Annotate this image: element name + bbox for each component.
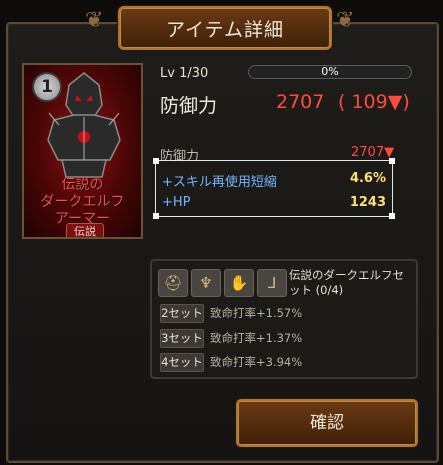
set-bonus-tag: 2セット: [160, 304, 204, 323]
boots-icon[interactable]: ⅃: [257, 269, 287, 297]
helmet-icon[interactable]: ⛑: [158, 269, 188, 297]
set-bonus-tag: 4セット: [160, 353, 204, 372]
set-name: 伝説のダークエルフセット (0/4): [289, 268, 404, 297]
dialog-title-banner: アイテム詳細: [118, 6, 332, 50]
main-stat-diff: ( 109▼): [338, 91, 410, 113]
shoulder-icon[interactable]: ♆: [191, 269, 221, 297]
option-value: 1243: [349, 195, 386, 210]
main-stat-value: 2707: [276, 91, 325, 113]
set-bonus-text: 致命打率+1.57%: [210, 306, 303, 320]
selection-corner: [389, 158, 395, 164]
rarity-badge: 伝説: [66, 223, 104, 237]
title-ornament-left: ❦: [85, 8, 104, 33]
title-ornament-right: ❦: [336, 8, 355, 33]
selection-corner: [389, 213, 395, 219]
option-value: 4.6%: [349, 171, 386, 186]
exp-percent: 0%: [321, 65, 339, 78]
sub-stat-value: 2707▼: [351, 145, 395, 160]
option-row: +HP 1243: [162, 195, 386, 210]
set-bonus-text: 致命打率+1.37%: [210, 331, 303, 345]
set-bonus-tag: 3セット: [160, 329, 204, 348]
gloves-icon[interactable]: ✋: [224, 269, 254, 297]
dialog-title: アイテム詳細: [165, 18, 285, 41]
exp-bar: 0%: [248, 65, 412, 79]
option-label: +スキル再使用短縮: [162, 175, 277, 190]
selection-corner: [153, 213, 159, 219]
item-level: Lv 1/30: [160, 66, 209, 81]
item-portrait: 1 伝説の ダークエルフ アーマー 伝説: [22, 63, 143, 239]
set-icons: ⛑ ♆ ✋ ⅃: [158, 269, 287, 297]
rank-badge: 1: [32, 72, 62, 102]
selection-corner: [153, 158, 159, 164]
confirm-button[interactable]: 確認: [236, 399, 418, 447]
set-bonus-row: 4セット 致命打率+3.94%: [160, 353, 302, 372]
option-box: +スキル再使用短縮 4.6% +HP 1243: [153, 158, 395, 219]
set-bonus-text: 致命打率+3.94%: [210, 355, 303, 369]
option-row: +スキル再使用短縮 4.6%: [162, 171, 386, 190]
main-stat-label: 防御力: [160, 95, 218, 117]
set-bonus-row: 2セット 致命打率+1.57%: [160, 304, 302, 323]
option-label: +HP: [162, 195, 191, 210]
item-name: 伝説の ダークエルフ アーマー: [40, 177, 125, 227]
set-bonus-row: 3セット 致命打率+1.37%: [160, 329, 302, 348]
